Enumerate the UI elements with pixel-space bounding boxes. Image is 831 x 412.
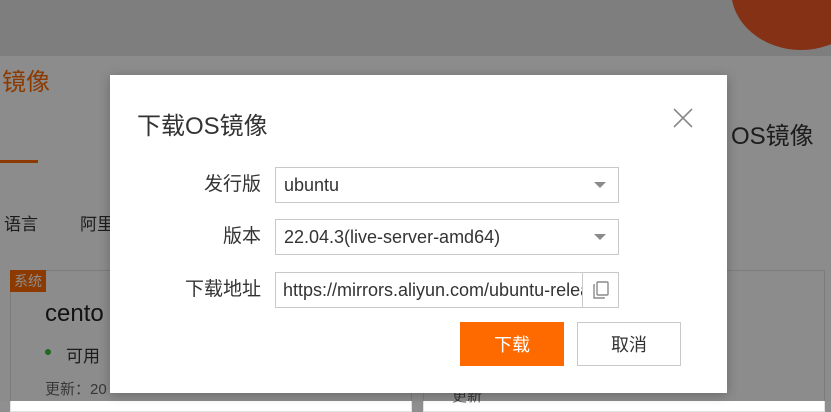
copy-icon [593, 281, 609, 299]
download-url-row: 下载地址 https://mirrors.aliyun.com/ubuntu-r… [110, 272, 727, 308]
chevron-down-icon [594, 234, 606, 240]
distro-row: 发行版 ubuntu [110, 167, 727, 203]
distro-label: 发行版 [203, 174, 261, 195]
version-row: 版本 22.04.3(live-server-amd64) [110, 219, 727, 255]
download-os-image-dialog: 下载OS镜像 发行版 ubuntu 版本 22.04.3(live-server… [110, 75, 727, 393]
version-label: 版本 [222, 226, 261, 247]
distro-select-value: ubuntu [284, 175, 340, 195]
version-select-value: 22.04.3(live-server-amd64) [284, 227, 501, 247]
download-url-value: https://mirrors.aliyun.com/ubuntu-releas… [283, 280, 582, 300]
chevron-down-icon [594, 182, 606, 188]
cancel-button[interactable]: 取消 [577, 322, 681, 366]
distro-select[interactable]: ubuntu [275, 167, 619, 203]
version-select[interactable]: 22.04.3(live-server-amd64) [275, 219, 619, 255]
download-url-field[interactable]: https://mirrors.aliyun.com/ubuntu-releas… [275, 272, 583, 308]
download-url-label: 下载地址 [184, 279, 261, 300]
close-button[interactable] [670, 105, 696, 131]
copy-url-button[interactable] [582, 272, 619, 308]
download-button[interactable]: 下载 [460, 322, 564, 366]
close-icon [673, 108, 693, 128]
dialog-title: 下载OS镜像 [137, 113, 268, 140]
